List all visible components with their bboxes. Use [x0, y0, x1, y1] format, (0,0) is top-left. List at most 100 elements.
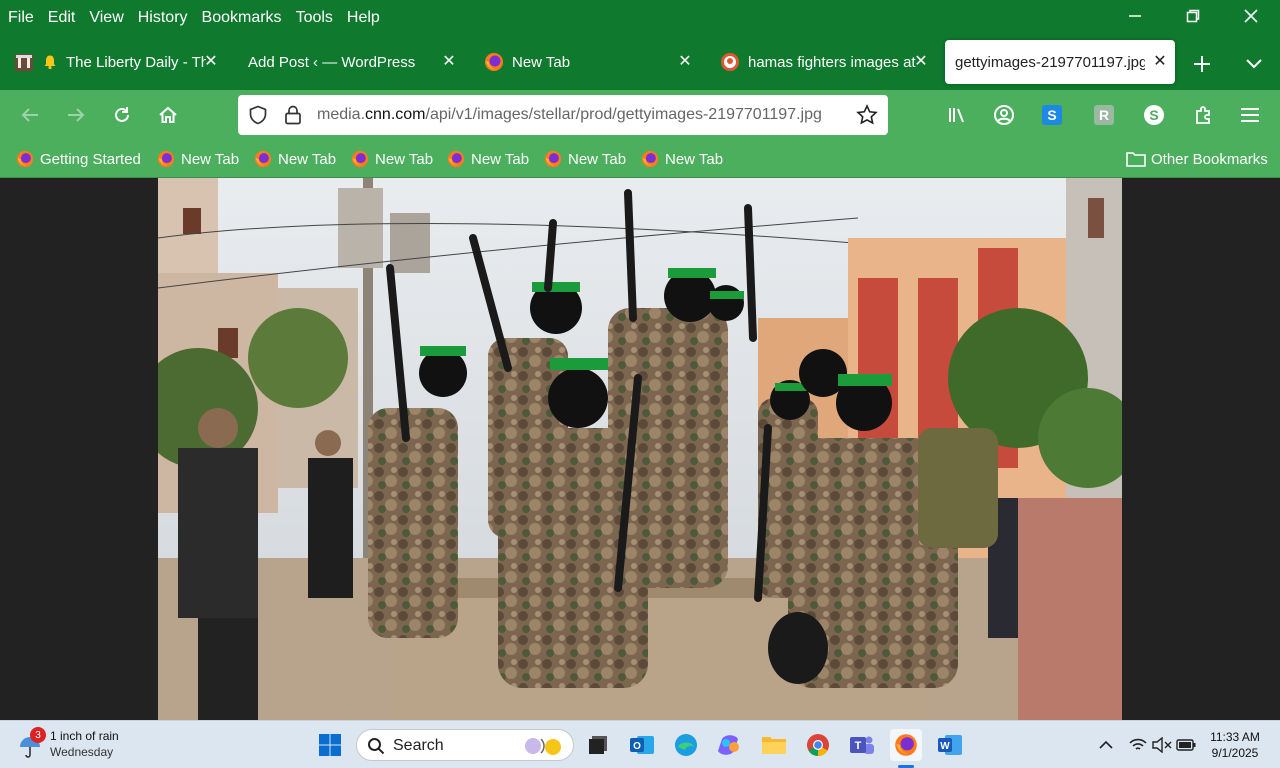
firefox-icon — [895, 734, 917, 756]
menu-file[interactable]: File — [8, 9, 34, 27]
displayed-image[interactable] — [158, 178, 1122, 720]
bookmark-label: New Tab — [181, 150, 240, 168]
app-menu-button[interactable] — [1234, 99, 1266, 131]
extension-s-blue-button[interactable]: S — [1036, 99, 1068, 131]
menu-bookmarks[interactable]: Bookmarks — [202, 9, 282, 27]
bookmark-label: New Tab — [375, 150, 434, 168]
search-label: Search — [393, 737, 444, 754]
tab-close-button[interactable]: ✕ — [676, 52, 694, 70]
restore-button[interactable] — [1164, 0, 1222, 32]
task-view-icon — [589, 736, 607, 754]
weather-widget[interactable]: 3 1 inch of rain Wednesday — [16, 727, 156, 763]
show-hidden-icons-button[interactable] — [1094, 733, 1118, 757]
library-button[interactable] — [942, 99, 974, 131]
extensions-button[interactable] — [1188, 99, 1220, 131]
outlook-icon: O — [630, 736, 654, 754]
restore-icon — [1186, 9, 1200, 23]
shield-icon[interactable] — [248, 105, 268, 125]
menu-history[interactable]: History — [138, 9, 188, 27]
menu-help[interactable]: Help — [347, 9, 380, 27]
extension-r-button[interactable]: R — [1088, 99, 1120, 131]
tab-close-button[interactable]: ✕ — [912, 52, 930, 70]
bell-icon — [44, 55, 56, 70]
copilot-taskbar-button[interactable] — [714, 729, 746, 761]
minimize-button[interactable] — [1106, 0, 1164, 32]
tab-close-button[interactable]: ✕ — [1151, 52, 1169, 70]
menu-edit[interactable]: Edit — [48, 9, 76, 27]
edge-icon — [675, 734, 697, 756]
close-window-button[interactable] — [1222, 0, 1280, 32]
tab-title: New Tab — [512, 53, 571, 71]
reload-icon — [115, 107, 129, 122]
menu-view[interactable]: View — [89, 9, 123, 27]
chevron-up-icon — [1099, 740, 1113, 749]
bookmark-new-tab[interactable]: New Tab — [351, 148, 433, 170]
tab-title: Add Post ‹ — WordPress — [248, 53, 416, 71]
extension-s-circle-button[interactable]: S — [1138, 99, 1170, 131]
taskbar-search-box[interactable]: Search — [356, 729, 574, 761]
new-tab-button[interactable] — [1184, 46, 1220, 82]
weather-day: Wednesday — [50, 745, 114, 759]
file-explorer-taskbar-button[interactable] — [758, 729, 790, 761]
edge-taskbar-button[interactable] — [670, 729, 702, 761]
lock-icon[interactable] — [284, 105, 302, 125]
task-view-button[interactable] — [582, 729, 614, 761]
battery-charging-icon — [1176, 739, 1196, 751]
tab-wordpress[interactable]: Add Post ‹ — WordPress ✕ — [238, 40, 464, 84]
list-all-tabs-button[interactable] — [1236, 46, 1272, 82]
library-icon — [949, 108, 964, 123]
tab-title: The Liberty Daily - Th — [66, 53, 206, 71]
photo-illustration — [158, 178, 1122, 720]
clock-time: 11:33 AM — [1210, 730, 1260, 744]
word-icon: W — [938, 735, 962, 755]
home-icon — [159, 106, 177, 123]
account-icon — [994, 105, 1014, 125]
tab-liberty-daily[interactable]: The Liberty Daily - Th ✕ — [4, 40, 226, 84]
search-icon — [368, 738, 385, 755]
svg-text:S: S — [1149, 107, 1158, 123]
reload-button[interactable] — [106, 99, 138, 131]
url-domain: cnn.com — [365, 106, 426, 123]
back-button[interactable] — [14, 99, 46, 131]
tab-duckduckgo-search[interactable]: hamas fighters images at ✕ — [710, 40, 936, 84]
chrome-icon — [807, 734, 829, 756]
news-site-icon — [15, 54, 33, 71]
firefox-taskbar-button[interactable] — [890, 729, 922, 761]
bookmark-new-tab[interactable]: New Tab — [157, 148, 239, 170]
window-controls — [1106, 0, 1280, 36]
menu-tools[interactable]: Tools — [296, 9, 333, 27]
tab-gettyimages-active[interactable]: gettyimages-2197701197.jpg ✕ — [945, 40, 1175, 84]
other-bookmarks-folder[interactable]: Other Bookmarks — [1126, 148, 1268, 170]
volume-button[interactable] — [1150, 733, 1174, 757]
start-button[interactable] — [314, 729, 346, 761]
forward-button[interactable] — [60, 99, 92, 131]
wifi-button[interactable] — [1126, 733, 1150, 757]
bookmark-new-tab[interactable]: New Tab — [641, 148, 723, 170]
word-taskbar-button[interactable]: W — [934, 729, 966, 761]
page-content — [0, 178, 1280, 720]
bookmark-new-tab[interactable]: New Tab — [254, 148, 336, 170]
svg-text:W: W — [940, 741, 950, 752]
star-bookmark-icon[interactable] — [856, 104, 878, 126]
url-path: /api/v1/images/stellar/prod/gettyimages-… — [425, 106, 822, 123]
teams-taskbar-button[interactable]: T — [846, 729, 878, 761]
bookmark-label: New Tab — [665, 150, 724, 168]
weather-condition: 1 inch of rain — [50, 729, 119, 743]
bookmark-label: New Tab — [471, 150, 530, 168]
account-button[interactable] — [988, 99, 1020, 131]
tab-new-tab[interactable]: New Tab ✕ — [474, 40, 700, 84]
home-button[interactable] — [152, 99, 184, 131]
firefox-icon — [16, 150, 34, 168]
url-text[interactable]: media.cnn.com/api/v1/images/stellar/prod… — [317, 106, 847, 124]
battery-button[interactable] — [1174, 733, 1198, 757]
bookmark-getting-started[interactable]: Getting Started — [16, 148, 141, 170]
bookmark-new-tab[interactable]: New Tab — [447, 148, 529, 170]
chrome-taskbar-button[interactable] — [802, 729, 834, 761]
bookmark-new-tab[interactable]: New Tab — [544, 148, 626, 170]
outlook-taskbar-button[interactable]: O — [626, 729, 658, 761]
firefox-icon — [641, 150, 659, 168]
system-clock[interactable]: 11:33 AM 9/1/2025 — [1200, 729, 1270, 761]
tab-close-button[interactable]: ✕ — [440, 52, 458, 70]
tab-close-button[interactable]: ✕ — [202, 52, 220, 70]
address-bar[interactable]: media.cnn.com/api/v1/images/stellar/prod… — [238, 95, 888, 135]
